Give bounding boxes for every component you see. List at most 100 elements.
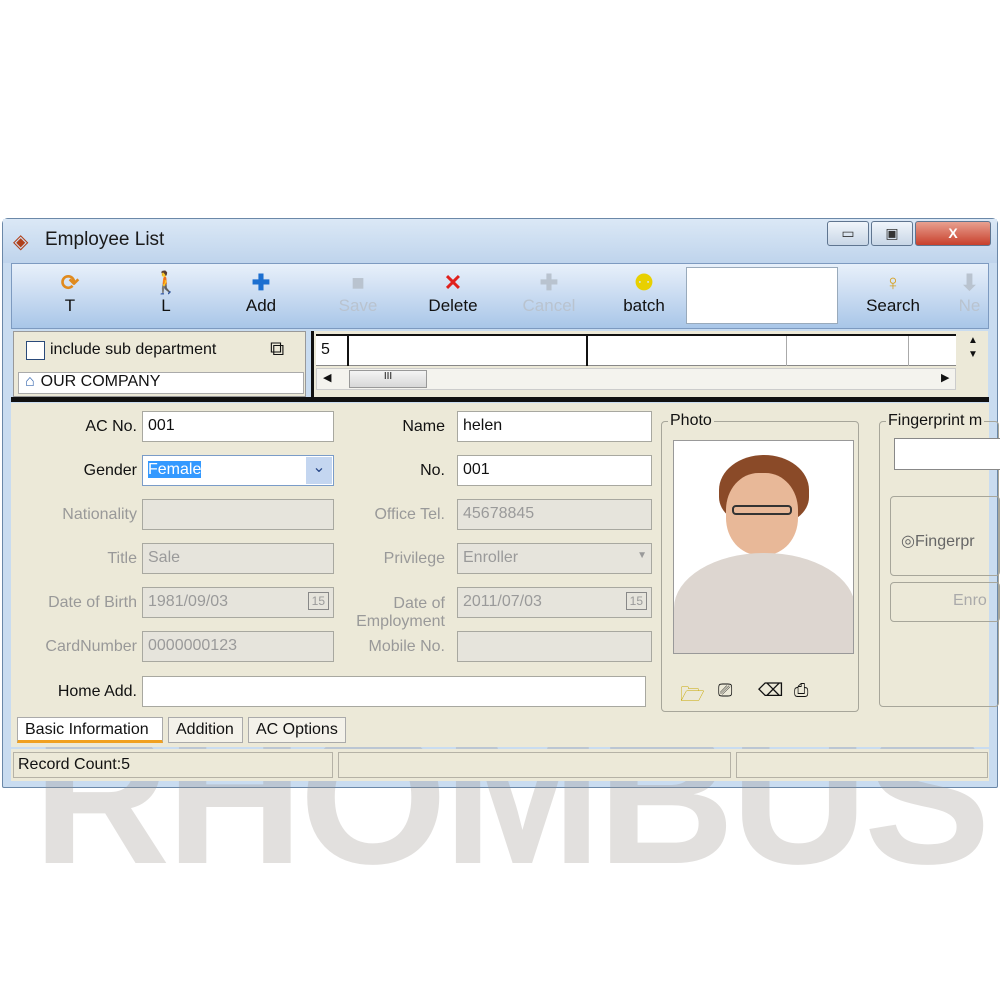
button-label: Cancel [522,296,576,315]
search-icon: ♀ [884,270,902,295]
doe-field[interactable]: 2011/07/03 15 [457,587,652,618]
dob-value: 1981/09/03 [148,593,229,610]
ac_no-label: AC No. [85,418,137,435]
window-title: Employee List [45,229,165,250]
home-label: Home Add. [57,683,137,700]
open-folder-icon[interactable]: 🗁 [680,680,705,714]
close-button[interactable]: X [915,221,991,246]
title-value: Sale [148,549,181,566]
title-bar: ◈ Employee List ▭ ▣ X [3,219,997,263]
fingerprint-radio[interactable]: ◎Fingerpr [901,531,975,551]
calendar-icon[interactable]: 15 [625,592,647,610]
plus-icon: ✚ [251,270,271,295]
employee-photo [673,440,854,654]
exit-icon: 🚶 [152,270,180,295]
button-label: Search [866,296,920,315]
company-icon: ⌂ [25,373,35,390]
radio-icon: ◎ [901,533,915,550]
cancel-button[interactable]: ✚ Cancel [509,270,589,326]
office_tel-label: Office Tel. [374,506,445,523]
tab-bar: Basic Information Addition AC Options [11,715,989,747]
enroll-button[interactable]: Enro [890,582,1000,622]
scrollbar-thumb[interactable]: III [349,370,427,388]
eraser-icon[interactable]: ⌫ [758,680,783,701]
dob-label: Date of Birth [48,594,137,611]
office_tel-value: 45678845 [463,505,535,522]
grid-row[interactable]: 5 [316,334,956,366]
employee-list-window: ◈ Employee List ▭ ▣ X ⟳ T 🚶 L ✚ Add ■ Save ✕ Dele… [2,218,1000,904]
app-icon: ◈ [13,231,29,253]
fingerprint-field[interactable] [894,438,1000,470]
gender-label: Gender [83,462,137,479]
chevron-down-icon[interactable]: ▼ [637,550,647,561]
employee-form: AC No. 001 Gender Female ⌄ Nationality Title Sa… [11,403,1000,715]
splitter[interactable] [11,397,989,402]
plus-icon: ✚ [539,270,559,295]
save-button[interactable]: ■ Save [318,270,398,326]
office_tel-field[interactable]: 45678845 [457,499,652,530]
doe-value: 2011/07/03 [463,593,542,610]
search-button[interactable]: ♀ Search [853,270,933,326]
fingerprint-group: Fingerprint m ◎Fingerpr Enro [879,412,1000,707]
privilege-field[interactable]: Enroller ▼ [457,543,652,574]
vertical-scrollbar[interactable]: ▲ ▼ [962,334,984,366]
ne-button[interactable]: ⬇ Ne [947,270,992,326]
doe-label: Date of Employment [356,595,445,630]
toolbar: ⟳ T 🚶 L ✚ Add ■ Save ✕ Delete ✚ Cancel ⚉ batch ♀ Search… [11,263,989,329]
t-button[interactable]: ⟳ T [30,270,110,326]
video-camera-icon[interactable]: ⎙ [794,680,808,701]
fingerprint-label: Fingerprint m [886,412,985,430]
card-label: CardNumber [45,638,137,655]
photo-group: Photo 🗁 ⎚ ⌫ ⎙ [661,412,859,714]
button-label: L [161,296,171,315]
photo-label: Photo [668,412,714,430]
camera-icon[interactable]: ⎚ [718,680,732,701]
maximize-button[interactable]: ▣ [871,221,913,246]
card-value: 0000000123 [148,637,237,654]
horizontal-scrollbar[interactable]: ◀ III ▶ [316,368,956,390]
button-label: Ne [958,296,981,315]
name-value: helen [463,417,503,434]
tab-ac-options[interactable]: AC Options [248,717,346,743]
company-name: OUR COMPANY [40,373,161,390]
include-sub-department-label: include sub department [50,341,217,358]
delete-button[interactable]: ✕ Delete [413,270,493,326]
employee-grid[interactable]: 5 ▲ ▼ ◀ III ▶ [311,331,988,397]
no-label: No. [420,462,445,479]
status-panel-3 [736,752,988,778]
privilege-label: Privilege [383,550,445,567]
add-button[interactable]: ✚ Add [221,270,301,326]
name-label: Name [402,418,445,435]
button-label: T [64,296,76,315]
company-tree-item[interactable]: ⌂ OUR COMPANY [18,372,304,394]
privilege-value: Enroller [463,549,519,566]
include-sub-department-checkbox[interactable] [26,341,45,360]
button-label: Save [338,296,378,315]
minimize-button[interactable]: ▭ [827,221,869,246]
refresh-icon: ⟳ [60,270,80,295]
save-icon: ■ [351,270,365,295]
no-value: 001 [463,461,490,478]
batch-button[interactable]: ⚉ batch [604,270,684,326]
tab-addition[interactable]: Addition [168,717,243,743]
name-field[interactable]: helen [457,411,652,442]
mobile-field[interactable] [457,631,652,662]
status-panel-2 [338,752,731,778]
department-tree-icon[interactable]: ⧉ [270,338,284,361]
home-address-field[interactable] [142,676,646,707]
button-label: Add [245,296,277,315]
gender-value: Female [148,461,202,478]
toolbar-search-input[interactable] [686,267,838,324]
department-panel: include sub department ⧉ ⌂ OUR COMPANY [13,331,306,397]
title-label: Title [107,550,137,567]
ac_no-value: 001 [148,417,175,434]
people-icon: ⚉ [634,270,654,295]
l-button[interactable]: 🚶 L [126,270,206,326]
no-field[interactable]: 001 [457,455,652,486]
button-label: batch [623,296,665,315]
down-arrow-icon: ⬇ [960,270,979,295]
x-icon: ✕ [443,270,463,295]
tab-basic-information[interactable]: Basic Information [17,717,163,743]
status-bar: Record Count:5 [11,749,989,781]
record-count: Record Count:5 [13,752,333,778]
